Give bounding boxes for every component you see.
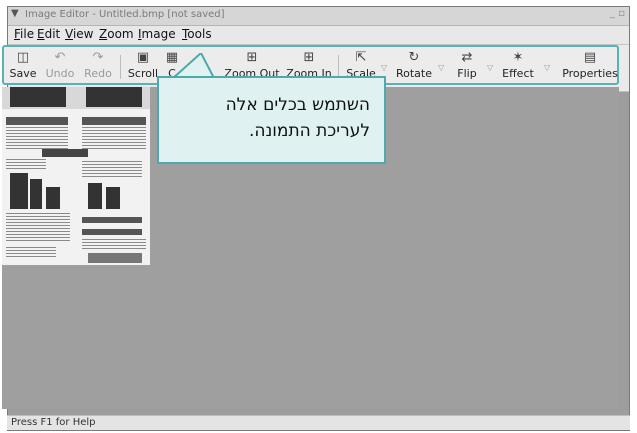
scale-icon: ⇱ xyxy=(355,50,367,65)
undo-button[interactable]: ↶ Undo xyxy=(42,47,78,83)
zoom-out-icon: ⊞ xyxy=(246,50,258,65)
window-menu-icon[interactable]: ▼ xyxy=(11,8,19,19)
redo-button[interactable]: ↷ Redo xyxy=(80,47,116,83)
properties-icon: ▤ xyxy=(583,50,597,65)
flip-dropdown-icon[interactable]: ▽ xyxy=(487,63,493,72)
effect-icon: ✶ xyxy=(512,50,524,65)
status-bar: Press F1 for Help xyxy=(7,415,630,430)
window-title: Image Editor - Untitled.bmp [not saved] xyxy=(25,9,225,20)
scroll-icon: ▣ xyxy=(136,50,150,65)
toolbar-separator xyxy=(120,55,121,79)
menu-bar: File Edit View Zoom Image Tools xyxy=(8,26,629,45)
scale-dropdown-icon[interactable]: ▽ xyxy=(381,63,387,72)
title-bar: ▼ Image Editor - Untitled.bmp [not saved… xyxy=(8,7,629,26)
undo-icon: ↶ xyxy=(54,50,66,65)
zoom-in-icon: ⊞ xyxy=(303,50,315,65)
rotate-button[interactable]: ↻ Rotate xyxy=(394,47,434,83)
redo-icon: ↷ xyxy=(92,50,104,65)
menu-tools[interactable]: Tools xyxy=(182,27,212,41)
flip-icon: ⇄ xyxy=(461,50,473,65)
effect-button[interactable]: ✶ Effect xyxy=(498,47,538,83)
effect-dropdown-icon[interactable]: ▽ xyxy=(544,63,550,72)
rotate-dropdown-icon[interactable]: ▽ xyxy=(438,63,444,72)
properties-button[interactable]: ▤ Properties xyxy=(562,47,618,83)
floppy-disk-icon: ◫ xyxy=(16,50,30,65)
callout-line-1: השתמש בכלים אלה xyxy=(225,95,370,115)
save-button[interactable]: ◫ Save xyxy=(8,47,38,83)
menu-file[interactable]: File xyxy=(14,27,34,41)
menu-image[interactable]: Image xyxy=(138,27,176,41)
menu-view[interactable]: View xyxy=(65,27,93,41)
scroll-button[interactable]: ▣ Scroll xyxy=(126,47,160,83)
callout-line-2: לעריכת התמונה. xyxy=(248,121,370,141)
flip-button[interactable]: ⇄ Flip xyxy=(450,47,484,83)
status-text: Press F1 for Help xyxy=(11,417,96,428)
menu-edit[interactable]: Edit xyxy=(37,27,60,41)
rotate-icon: ↻ xyxy=(408,50,420,65)
hebrew-tooltip-callout: השתמש בכלים אלה לעריכת התמונה. xyxy=(157,76,386,164)
window-controls[interactable]: _ ▫ xyxy=(610,8,625,19)
image-thumbnail xyxy=(2,87,150,265)
menu-zoom[interactable]: Zoom xyxy=(99,27,134,41)
